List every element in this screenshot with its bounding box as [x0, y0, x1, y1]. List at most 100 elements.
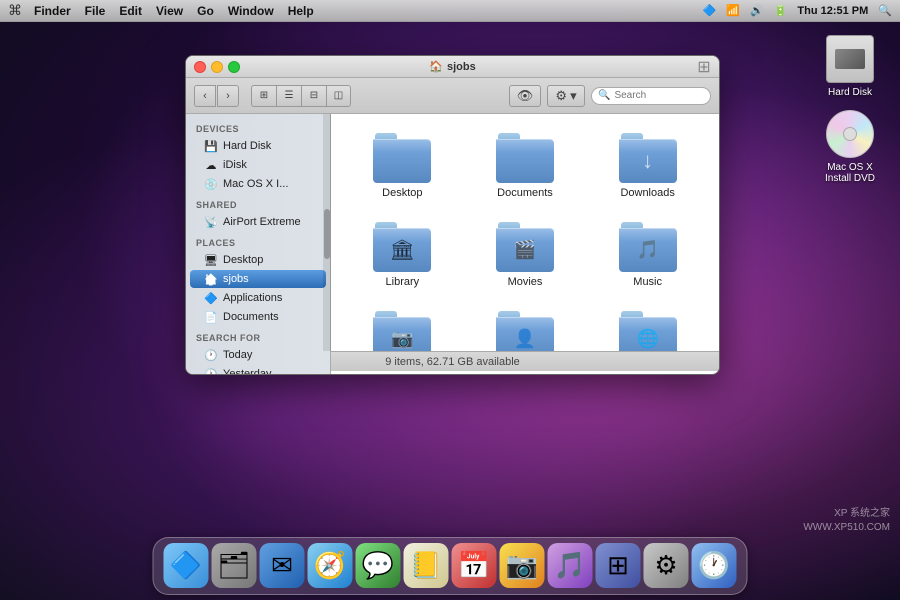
window-title-icon: 🏠: [429, 60, 443, 73]
file-music-label: Music: [633, 276, 662, 288]
menu-go[interactable]: Go: [197, 4, 214, 18]
sidebar-item-applications[interactable]: 🔷 Applications: [190, 289, 326, 307]
status-text: 9 items, 62.71 GB available: [385, 356, 520, 368]
dock-item-ical[interactable]: 📅: [452, 543, 497, 588]
dock: 🔷 🗂 ✉ 🧭 💬 📒 📅 📷 🎵 ⊞ ⚙ 🕐: [153, 537, 748, 595]
traffic-lights: [194, 61, 240, 73]
desktop-icon-harddisk[interactable]: Hard Disk: [815, 35, 885, 98]
sidebar-item-documents[interactable]: 📄 Documents: [190, 308, 326, 326]
minimize-button[interactable]: [211, 61, 223, 73]
sidebar-macosx-label: Mac OS X I...: [223, 178, 288, 190]
folder-pictures-icon: [373, 311, 431, 351]
toolbar: ‹ › ⊞ ☰ ⊟ ◫ 👁 ⚙ ▾ 🔍: [186, 78, 719, 114]
dock-item-systemprefs[interactable]: ⚙: [644, 543, 689, 588]
file-item-desktop[interactable]: Desktop: [346, 129, 459, 203]
sidebar-header-shared: SHARED: [186, 194, 330, 212]
dock-item-expose[interactable]: ⊞: [596, 543, 641, 588]
dock-item-finder[interactable]: 🔷: [164, 543, 209, 588]
back-button[interactable]: ‹: [194, 85, 216, 107]
search-input[interactable]: [614, 90, 704, 101]
file-item-downloads[interactable]: Downloads: [591, 129, 704, 203]
flow-view-button[interactable]: ◫: [326, 85, 351, 107]
menu-help[interactable]: Help: [288, 4, 314, 18]
airport-icon: 📡: [204, 215, 218, 229]
search-box[interactable]: 🔍: [591, 87, 711, 105]
folder-sites-icon: [619, 311, 677, 351]
file-item-sites[interactable]: Sites: [591, 307, 704, 351]
resize-handle[interactable]: ⊞: [697, 60, 711, 74]
clock: Thu 12:51 PM: [797, 5, 868, 17]
file-grid: Desktop Documents: [346, 129, 704, 351]
file-item-music[interactable]: Music: [591, 218, 704, 292]
sidebar-item-today[interactable]: 🕐 Today: [190, 346, 326, 364]
harddisk-image: [826, 35, 874, 83]
dock-item-itunes[interactable]: 🎵: [548, 543, 593, 588]
finder-window: 🏠 sjobs ⊞ ‹ › ⊞ ☰ ⊟ ◫ 👁 ⚙ ▾: [185, 55, 720, 375]
scrollbar-thumb[interactable]: [324, 209, 330, 259]
view-buttons: ⊞ ☰ ⊟ ◫: [251, 85, 351, 107]
file-desktop-label: Desktop: [382, 187, 422, 199]
sidebar-item-harddisk[interactable]: 💾 Hard Disk: [190, 137, 326, 155]
desktop-icon-dvd[interactable]: Mac OS X Install DVD: [815, 110, 885, 184]
dock-item-addressbook[interactable]: 📒: [404, 543, 449, 588]
file-movies-label: Movies: [508, 276, 543, 288]
folder-body: [496, 139, 554, 183]
dock-item-time[interactable]: 🕐: [692, 543, 737, 588]
column-view-button[interactable]: ⊟: [301, 85, 326, 107]
dock-item-stacks[interactable]: 🗂: [212, 543, 257, 588]
menu-view[interactable]: View: [156, 4, 183, 18]
folder-body-music: [619, 228, 677, 272]
folder-body-library: [373, 228, 431, 272]
sidebar-item-idisk[interactable]: ☁ iDisk: [190, 156, 326, 174]
close-button[interactable]: [194, 61, 206, 73]
title-bar: 🏠 sjobs ⊞: [186, 56, 719, 78]
maximize-button[interactable]: [228, 61, 240, 73]
menu-window[interactable]: Window: [228, 4, 274, 18]
volume-icon[interactable]: 🔊: [750, 4, 764, 17]
sidebar-desktop-label: Desktop: [223, 254, 263, 266]
folder-music-icon: [619, 222, 677, 272]
sidebar-item-sjobs[interactable]: 🏠 sjobs: [190, 270, 326, 288]
bluetooth-icon[interactable]: 🔷: [703, 4, 717, 17]
battery-icon[interactable]: 🔋: [774, 4, 788, 17]
folder-movies-icon: [496, 222, 554, 272]
sidebar-item-macosx[interactable]: 💿 Mac OS X I...: [190, 175, 326, 193]
sidebar-item-yesterday[interactable]: 🕐 Yesterday: [190, 365, 326, 375]
forward-button[interactable]: ›: [217, 85, 239, 107]
menu-file[interactable]: File: [85, 4, 106, 18]
dock-item-mail[interactable]: ✉: [260, 543, 305, 588]
file-item-library[interactable]: Library: [346, 218, 459, 292]
list-view-button[interactable]: ☰: [276, 85, 301, 107]
file-item-pictures[interactable]: Pictures: [346, 307, 459, 351]
sidebar-yesterday-label: Yesterday: [223, 368, 272, 375]
wifi-icon[interactable]: 📶: [726, 4, 740, 17]
dock-item-ichat[interactable]: 💬: [356, 543, 401, 588]
file-downloads-label: Downloads: [620, 187, 674, 199]
scrollbar-track[interactable]: [323, 114, 331, 351]
eye-button[interactable]: 👁: [509, 85, 541, 107]
sidebar-wrapper: DEVICES 💾 Hard Disk ☁ iDisk 💿 Mac OS X I…: [186, 114, 331, 351]
icon-view-button[interactable]: ⊞: [251, 85, 276, 107]
gear-icon: ⚙: [555, 88, 567, 104]
menubar-right: 🔷 📶 🔊 🔋 Thu 12:51 PM 🔍: [703, 4, 892, 17]
spotlight-icon[interactable]: 🔍: [878, 4, 892, 17]
action-button[interactable]: ⚙ ▾: [547, 85, 585, 107]
file-item-movies[interactable]: Movies: [469, 218, 582, 292]
menu-edit[interactable]: Edit: [119, 4, 142, 18]
folder-body-downloads: [619, 139, 677, 183]
folder-body: [373, 139, 431, 183]
dvd-label: Mac OS X Install DVD: [815, 162, 885, 184]
file-item-public[interactable]: Public: [469, 307, 582, 351]
menu-finder[interactable]: Finder: [34, 4, 71, 18]
dock-item-iphoto[interactable]: 📷: [500, 543, 545, 588]
menubar-items: Finder File Edit View Go Window Help: [34, 4, 314, 18]
file-item-documents[interactable]: Documents: [469, 129, 582, 203]
desktop: ⌘ Finder File Edit View Go Window Help 🔷…: [0, 0, 900, 600]
sidebar-item-desktop[interactable]: 🖥 Desktop: [190, 251, 326, 269]
dvd-image: [826, 110, 874, 158]
dock-item-safari[interactable]: 🧭: [308, 543, 353, 588]
apple-menu[interactable]: ⌘: [8, 2, 22, 19]
sidebar-today-label: Today: [223, 349, 252, 361]
folder-body-public: [496, 317, 554, 351]
sidebar-item-airport[interactable]: 📡 AirPort Extreme: [190, 213, 326, 231]
